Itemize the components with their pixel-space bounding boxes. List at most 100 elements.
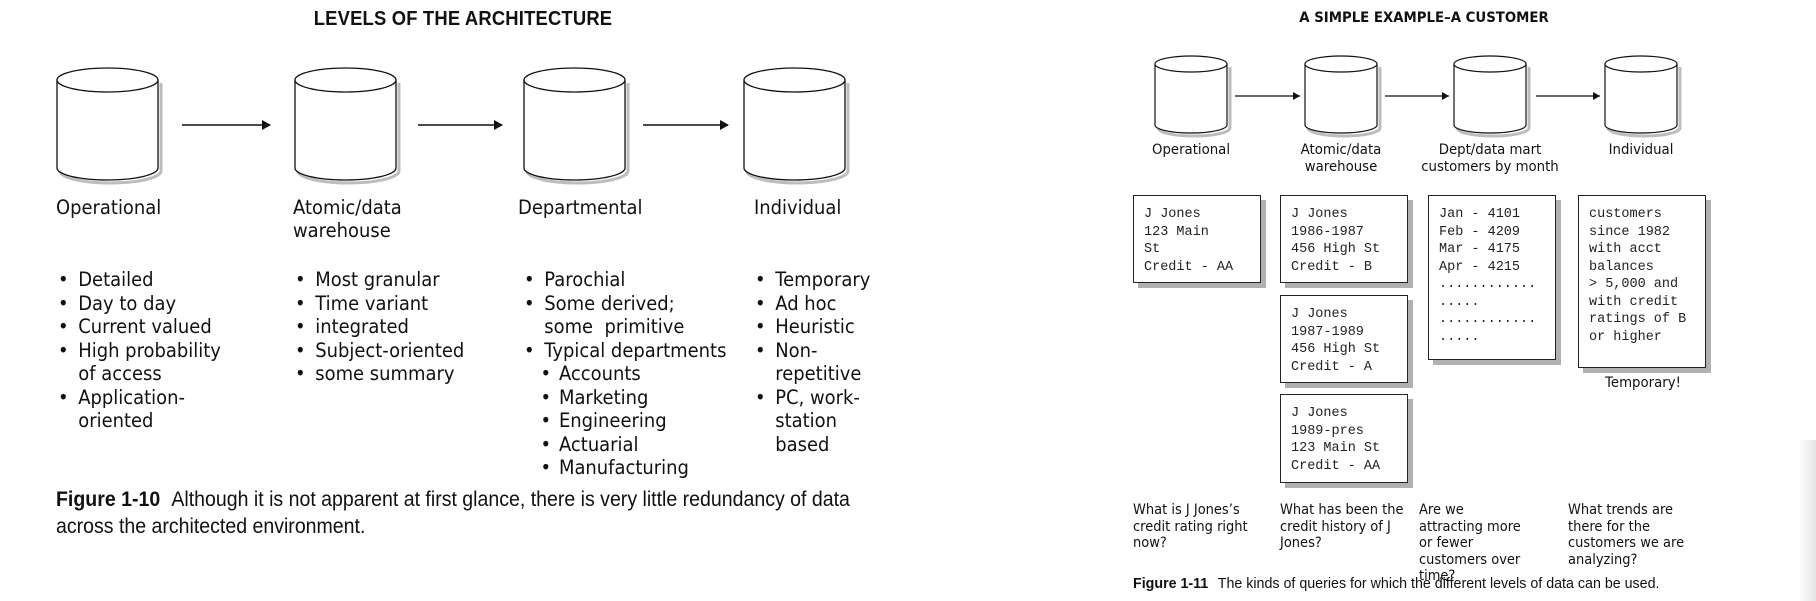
level-label-line2: warehouse: [1304, 159, 1378, 175]
caption-text: The kinds of queries for which the diffe…: [1217, 575, 1660, 592]
list-item: Time variant: [295, 292, 464, 316]
database-cylinder-icon: [1604, 55, 1682, 138]
level-label-line2: warehouse: [293, 219, 391, 242]
record-line: 456 High St: [1291, 342, 1381, 357]
database-cylinder-icon: [294, 67, 401, 185]
level-label-individual: Individual: [754, 196, 841, 219]
level-label-line1: Operational: [56, 196, 162, 219]
record-line: Credit - AA: [1144, 259, 1234, 275]
list-item: of access: [78, 362, 162, 385]
record-line: 456 High St: [1291, 242, 1381, 257]
query-individual: What trends are there for the customers …: [1568, 502, 1685, 568]
query-operational: What is J Jones’s credit rating right no…: [1133, 502, 1248, 551]
query-warehouse: What has been the credit history of J Jo…: [1280, 502, 1404, 551]
record-line: Credit - B: [1291, 259, 1373, 275]
record-line: with credit: [1589, 294, 1679, 310]
level-label-line2: customers by month: [1421, 159, 1559, 175]
list-item: Temporary: [755, 268, 870, 292]
warehouse-characteristics-list: Most granularTime variantintegratedSubje…: [295, 268, 464, 386]
list-item: Current valued: [58, 315, 221, 339]
record-line: J Jones: [1291, 406, 1348, 421]
list-item: based: [775, 432, 830, 456]
record-line: customers: [1589, 207, 1662, 222]
sub-list-item: Marketing: [524, 386, 726, 410]
record-line: Mar - 4175: [1439, 242, 1521, 257]
individual-query-box: customers since 1982 with acct balances > 5,…: [1578, 195, 1706, 368]
record-line: ............: [1439, 277, 1537, 292]
figure-1-10-caption: Figure 1-10 Although it is not apparent a…: [56, 486, 865, 540]
level-label-line1: Individual: [1608, 142, 1674, 158]
database-cylinder-icon: [56, 67, 163, 185]
record-line: 1989-pres: [1291, 423, 1364, 439]
list-item: Typical departments: [524, 339, 726, 363]
query-data-mart: Are we attracting more or fewer customer…: [1419, 502, 1521, 584]
record-line: Credit - A: [1291, 359, 1373, 375]
level-label-individual: Individual: [1570, 142, 1713, 159]
operational-record-box: J Jones 123 Main St Credit - AA: [1133, 195, 1261, 283]
operational-characteristics-list: DetailedDay to dayCurrent valuedHigh pro…: [58, 268, 221, 433]
warehouse-record-box: J Jones 1989-pres 123 Main St Credit - AA: [1280, 394, 1408, 483]
database-cylinder-icon: [1453, 55, 1531, 138]
list-item: some summary: [295, 362, 464, 386]
page-edge-shadow: [1798, 440, 1816, 601]
figure-1-11-diagram: [1154, 55, 1682, 138]
caption-label: Figure 1-10: [56, 488, 161, 511]
list-item: High probability: [58, 339, 221, 363]
list-item: Most granular: [295, 268, 464, 292]
data-mart-summary-box: Jan - 4101 Feb - 4209 Mar - 4175 Apr - 4215…: [1428, 195, 1556, 360]
record-line: J Jones: [1144, 207, 1201, 222]
record-line: ratings of B: [1589, 312, 1687, 327]
record-line: J Jones: [1291, 207, 1348, 222]
level-label-line1: Dept/data mart: [1438, 142, 1542, 158]
record-line: 1987-1989: [1291, 324, 1364, 340]
level-label-atomic-warehouse: Atomic/data warehouse: [1270, 142, 1413, 176]
database-cylinder-icon: [743, 67, 850, 185]
list-item: integrated: [295, 315, 464, 339]
list-item: Detailed: [58, 268, 221, 292]
record-line: > 5,000 and: [1589, 277, 1679, 292]
database-cylinder-icon: [1154, 55, 1232, 138]
level-label-operational: Operational: [56, 196, 161, 219]
caption-label: Figure 1-11: [1133, 575, 1209, 592]
sub-list-item: Manufacturing: [524, 456, 726, 480]
list-item: Non-: [755, 339, 870, 363]
list-item: Parochial: [524, 268, 726, 292]
list-item: Some derived;: [524, 292, 726, 316]
list-item: Subject-oriented: [295, 339, 464, 363]
list-item: station: [775, 409, 837, 432]
level-label-line1: Operational: [1151, 142, 1231, 158]
level-label-operational: Operational: [1120, 142, 1263, 159]
record-line: since 1982: [1589, 224, 1671, 240]
record-line: .....: [1439, 329, 1480, 345]
record-line: 123 Main St: [1291, 441, 1381, 456]
figure-1-11-title: A SIMPLE EXAMPLE–A CUSTOMER: [1299, 10, 1549, 26]
record-line: .....: [1439, 294, 1480, 310]
warehouse-record-box: J Jones 1987-1989 456 High St Credit - A: [1280, 295, 1408, 383]
figure-1-10-diagram: [56, 67, 850, 185]
list-item: Day to day: [58, 292, 221, 316]
list-item: oriented: [78, 409, 154, 432]
list-item: Application-: [58, 386, 221, 410]
list-item: repetitive: [775, 362, 862, 385]
record-line: 123 Main: [1144, 224, 1209, 240]
record-line: St: [1144, 242, 1161, 257]
figure-1-11-caption: Figure 1-11 The kinds of queries for whic…: [1133, 575, 1798, 593]
level-label-departmental: Departmental: [518, 196, 643, 219]
record-line: Feb - 4209: [1439, 224, 1521, 240]
list-item: some primitive: [544, 315, 685, 338]
database-cylinder-icon: [523, 67, 630, 185]
caption-text: Although it is not apparent at first gla…: [56, 488, 850, 538]
sub-list-item: Actuarial: [524, 433, 726, 457]
list-item: PC, work-: [755, 386, 870, 410]
departmental-characteristics-list: ParochialSome derived;some primitiveTypi…: [524, 268, 726, 480]
record-line: balances: [1589, 259, 1654, 275]
record-line: J Jones: [1291, 307, 1348, 322]
record-line: Credit - AA: [1291, 458, 1381, 474]
level-label-line1: Atomic/data: [293, 196, 402, 219]
level-label-line1: Departmental: [518, 196, 643, 219]
sub-list-item: Accounts: [524, 362, 726, 386]
level-label-atomic-warehouse: Atomic/data warehouse: [293, 196, 402, 242]
list-item: Ad hoc: [755, 292, 870, 316]
database-cylinder-icon: [1304, 55, 1382, 138]
level-label-dept-data-mart: Dept/data mart customers by month: [1419, 142, 1562, 176]
